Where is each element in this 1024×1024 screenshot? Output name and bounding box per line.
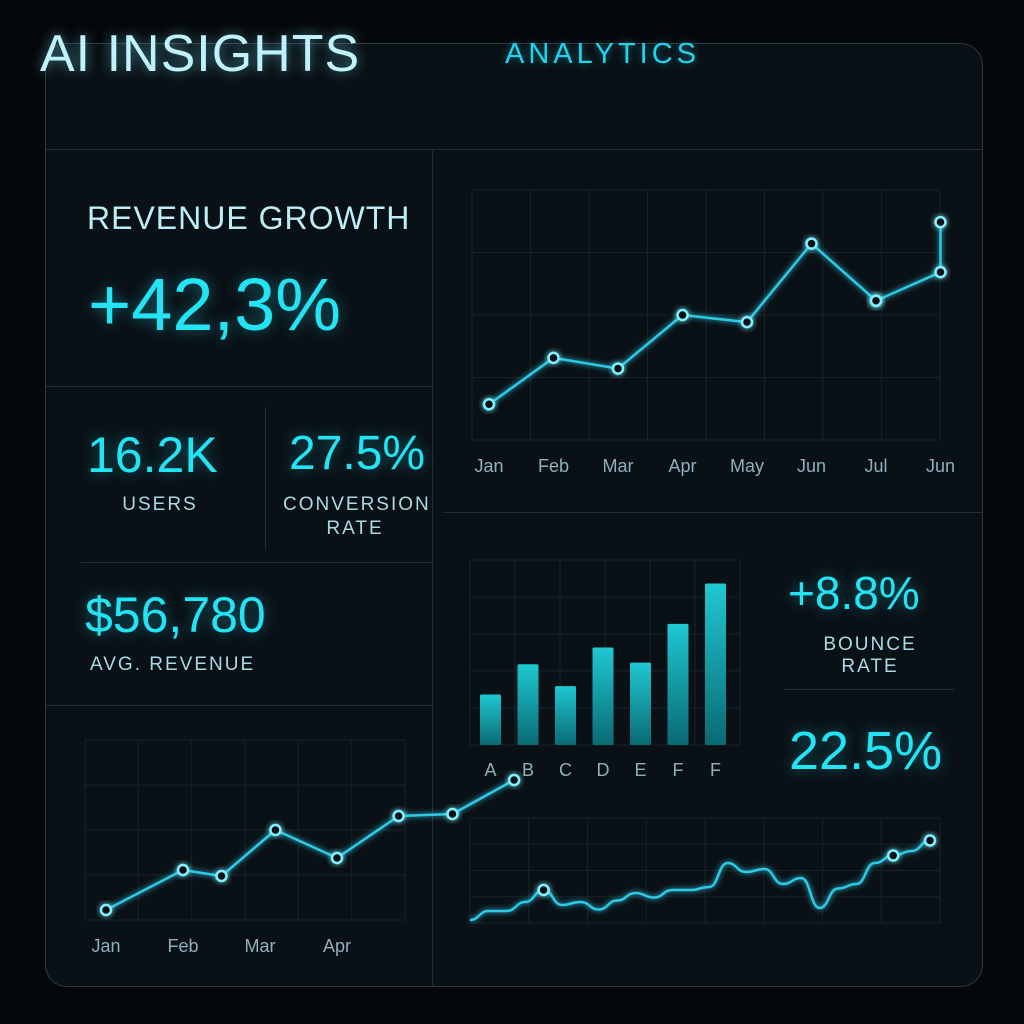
tick-label: Mar [603, 456, 634, 476]
category-bar-chart: ABCDEFF [469, 559, 741, 780]
data-point [611, 362, 625, 375]
data-point [99, 903, 113, 917]
tick-label: D [597, 760, 610, 780]
revenue-growth-value: +42,3% [88, 263, 342, 346]
tick-label: Jun [926, 456, 955, 476]
avg-revenue-value: $56,780 [85, 587, 266, 643]
bar [517, 664, 539, 745]
small-line-chart: Jan Feb Mar Apr [84, 739, 521, 956]
divider-right-1 [443, 512, 982, 513]
divider-left-2 [81, 562, 432, 563]
conversion-rate-label-line2: RATE [326, 518, 384, 539]
series-line [469, 839, 931, 922]
tick-label: C [559, 760, 572, 780]
data-point [269, 823, 282, 837]
tick-label: Mar [245, 936, 276, 956]
revenue-growth-label: REVENUE GROWTH [87, 200, 411, 236]
tick-label: Apr [323, 936, 351, 956]
conversion-rate-value: 27.5% [289, 427, 426, 480]
header-divider [46, 149, 982, 150]
tick-label: Jan [474, 456, 503, 476]
data-point [934, 215, 947, 229]
data-point [740, 315, 754, 329]
bar [480, 694, 501, 745]
divider-left-1 [46, 386, 432, 387]
data-point [923, 834, 937, 847]
tick-label: B [522, 760, 534, 780]
data-point [330, 851, 344, 865]
tab-analytics[interactable]: ANALYTICS [505, 38, 700, 71]
data-point [934, 265, 947, 279]
data-point [392, 809, 405, 823]
data-point [446, 807, 459, 821]
data-point [676, 308, 689, 322]
bar [592, 647, 614, 745]
tick-label: May [730, 456, 764, 476]
bar [555, 686, 576, 745]
tick-label: F [710, 760, 721, 780]
bar [705, 583, 726, 745]
bounce-rate-value: +8.8% [788, 567, 920, 619]
conversion-rate-label-line1: CONVERSION [283, 494, 431, 515]
series-line [488, 222, 942, 406]
tick-label: Apr [668, 456, 696, 476]
data-point [482, 398, 496, 411]
tick-label: Jan [91, 936, 120, 956]
tick-label: F [673, 760, 684, 780]
data-point [886, 849, 900, 862]
column-divider [432, 150, 433, 986]
tick-label: Feb [167, 936, 198, 956]
tick-label: A [484, 760, 496, 780]
data-point [215, 869, 228, 883]
bounce-rate-label: BOUNCE RATE [823, 634, 917, 677]
data-point [805, 237, 818, 250]
divider-kpis [265, 407, 266, 549]
data-point [507, 773, 521, 787]
secondary-metric-value: 22.5% [789, 721, 943, 781]
tick-label: Jul [864, 456, 887, 476]
app-title: AI INSIGHTS [40, 25, 361, 83]
divider-right-2 [784, 689, 954, 690]
data-point [176, 863, 190, 877]
bar [667, 623, 689, 745]
users-label: USERS [122, 494, 198, 515]
data-point [547, 351, 560, 365]
divider-left-3 [46, 705, 432, 706]
data-point [869, 294, 883, 307]
sparkline-chart [469, 817, 941, 924]
revenue-line-chart: Jan Feb Mar Apr May Jun Jul Jun [471, 189, 955, 476]
tick-label: Jun [797, 456, 826, 476]
bar [630, 662, 651, 745]
avg-revenue-label: AVG. REVENUE [90, 654, 256, 675]
tick-label: Feb [538, 456, 569, 476]
users-value: 16.2K [87, 427, 218, 483]
tick-label: E [634, 760, 646, 780]
data-point [537, 883, 550, 897]
